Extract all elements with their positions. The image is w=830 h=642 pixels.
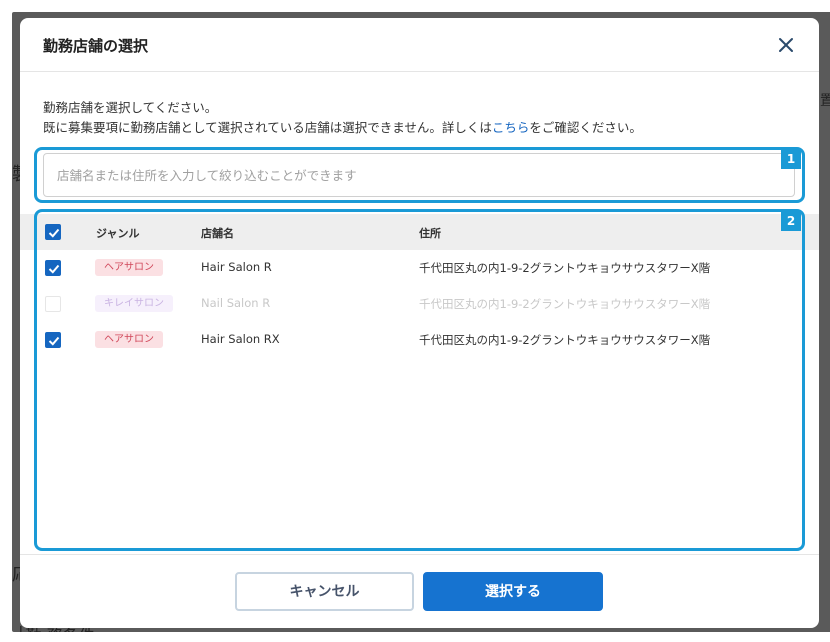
dialog-title: 勤務店舗の選択: [43, 37, 149, 55]
annotation-frame-2: [34, 209, 805, 551]
annotation-frame-1: [34, 147, 805, 203]
instruction-text: 既に募集要項に勤務店舗として選択されている店舗は選択できません。詳しくは: [43, 120, 492, 135]
close-button[interactable]: [775, 34, 797, 56]
annotation-badge-1: 1: [781, 149, 801, 169]
screen: 製 応 │勤 務条件 置 勤務店舗の選択 勤務店舗を選択してください。 既に募集…: [0, 0, 830, 642]
instruction-line: 勤務店舗を選択してください。: [43, 100, 218, 115]
instruction-line: 既に募集要項に勤務店舗として選択されている店舗は選択できません。詳しくはこちらを…: [43, 118, 642, 138]
dialog-instructions: 勤務店舗を選択してください。 既に募集要項に勤務店舗として選択されている店舗は選…: [43, 98, 642, 138]
instruction-text: をご確認ください。: [529, 120, 642, 135]
annotation-badge-2: 2: [781, 211, 801, 231]
close-icon: [779, 38, 793, 52]
store-select-dialog: 勤務店舗の選択 勤務店舗を選択してください。 既に募集要項に勤務店舗として選択さ…: [20, 18, 819, 628]
dialog-header: 勤務店舗の選択: [20, 18, 819, 72]
cancel-button[interactable]: キャンセル: [235, 572, 414, 611]
background-text: 置: [820, 93, 830, 109]
help-link[interactable]: こちら: [492, 120, 530, 135]
select-button[interactable]: 選択する: [423, 572, 603, 611]
dialog-footer: キャンセル 選択する: [20, 554, 819, 628]
